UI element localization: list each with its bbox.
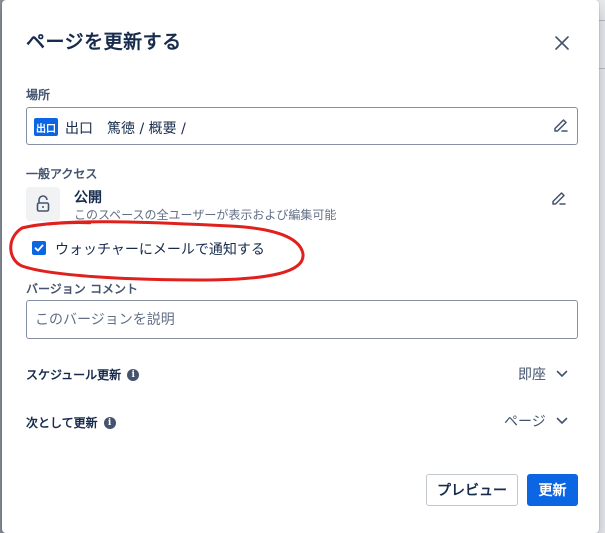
general-access-label: 一般アクセス bbox=[26, 167, 98, 181]
schedule-update-label: スケジュール更新 i bbox=[26, 366, 140, 383]
update-as-select[interactable]: ページ bbox=[504, 411, 568, 431]
close-icon bbox=[555, 36, 569, 50]
dialog-title: ページを更新する bbox=[26, 31, 182, 53]
notify-watchers-checkbox[interactable] bbox=[32, 241, 46, 255]
location-label: 場所 bbox=[26, 88, 51, 102]
version-comment-input[interactable] bbox=[26, 300, 578, 339]
access-description: このスペースの全ユーザーが表示および編集可能 bbox=[74, 208, 337, 222]
update-page-dialog: ページを更新する 場所 出口 出口 篤徳 / 概要 / 一般アクセス 公開 この… bbox=[2, 0, 599, 533]
info-icon[interactable]: i bbox=[127, 368, 140, 381]
access-icon-box bbox=[26, 187, 60, 221]
version-comment-label: バージョン コメント bbox=[26, 282, 138, 296]
update-as-text: 次として更新 bbox=[26, 416, 98, 430]
location-path: 出口 篤徳 / 概要 / bbox=[65, 121, 186, 137]
schedule-value: 即座 bbox=[518, 367, 546, 383]
schedule-update-text: スケジュール更新 bbox=[26, 368, 122, 382]
update-button[interactable]: 更新 bbox=[527, 474, 578, 506]
update-as-label: 次として更新 i bbox=[26, 414, 116, 431]
unlock-icon bbox=[36, 195, 50, 212]
schedule-select[interactable]: 即座 bbox=[518, 364, 568, 384]
space-badge: 出口 bbox=[34, 118, 58, 136]
chevron-down-icon bbox=[556, 417, 568, 424]
edit-icon[interactable] bbox=[552, 117, 570, 135]
checkmark-icon bbox=[34, 244, 44, 252]
chevron-down-icon bbox=[556, 370, 568, 377]
preview-button[interactable]: プレビュー bbox=[426, 474, 518, 506]
close-button[interactable] bbox=[550, 31, 574, 55]
info-icon[interactable]: i bbox=[103, 416, 116, 429]
access-title: 公開 bbox=[74, 190, 102, 206]
notify-watchers-label[interactable]: ウォッチャーにメールで通知する bbox=[55, 239, 265, 259]
edit-icon[interactable] bbox=[550, 190, 568, 208]
update-as-value: ページ bbox=[504, 414, 546, 430]
location-field[interactable]: 出口 出口 篤徳 / 概要 / bbox=[26, 107, 578, 145]
